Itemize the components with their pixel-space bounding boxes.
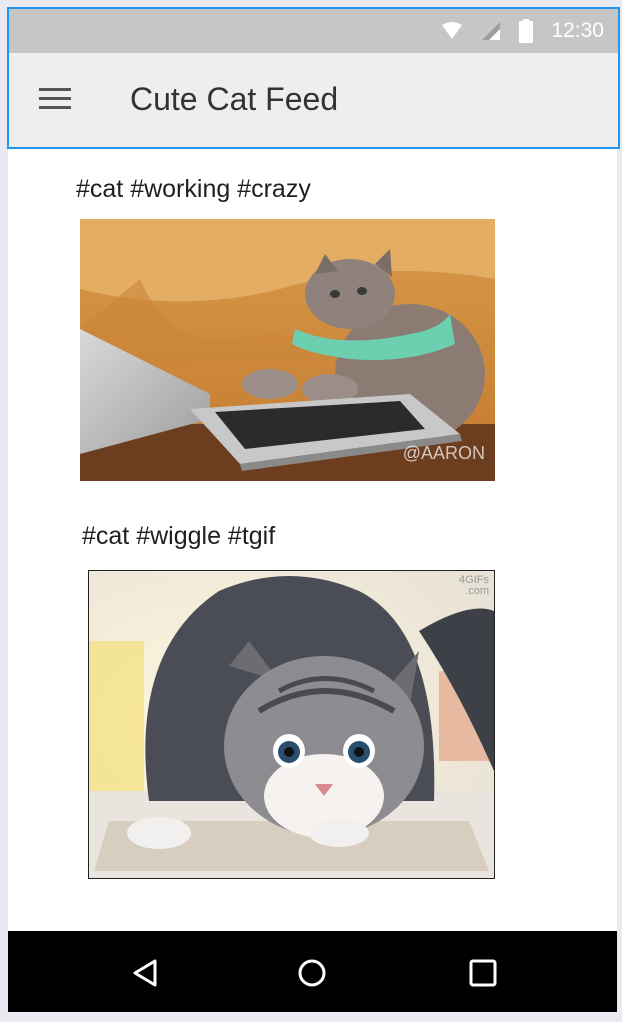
post-caption-2: #cat #wiggle #tgif (82, 522, 276, 550)
recents-square-icon[interactable] (463, 953, 503, 993)
cat-working-image[interactable]: @AARON (80, 219, 495, 481)
cat-crouching-illustration: 4GIFs .com (89, 571, 494, 878)
toolbar: Cute Cat Feed (9, 53, 618, 147)
status-icons: 12:30 (441, 9, 604, 53)
watermark-1: @AARON (403, 443, 485, 463)
post-caption-1: #cat #working #crazy (76, 175, 311, 203)
app-bar: 12:30 Cute Cat Feed (7, 7, 620, 149)
navigation-bar (8, 931, 617, 1012)
wifi-icon (442, 22, 463, 39)
app-title: Cute Cat Feed (130, 81, 339, 117)
signal-icon (482, 22, 501, 40)
watermark-2-line2: .com (465, 585, 489, 597)
home-circle-icon[interactable] (292, 953, 332, 993)
back-triangle-icon[interactable] (125, 953, 165, 993)
cat-wiggle-image[interactable]: 4GIFs .com (88, 570, 495, 879)
status-bar: 12:30 (9, 9, 618, 53)
cat-laptop-illustration: @AARON (80, 219, 495, 481)
status-time: 12:30 (551, 19, 604, 42)
battery-icon (519, 19, 534, 43)
phone-screen: 12:30 Cute Cat Feed #cat #working #crazy (7, 7, 620, 1012)
hamburger-menu-icon[interactable] (39, 88, 71, 112)
